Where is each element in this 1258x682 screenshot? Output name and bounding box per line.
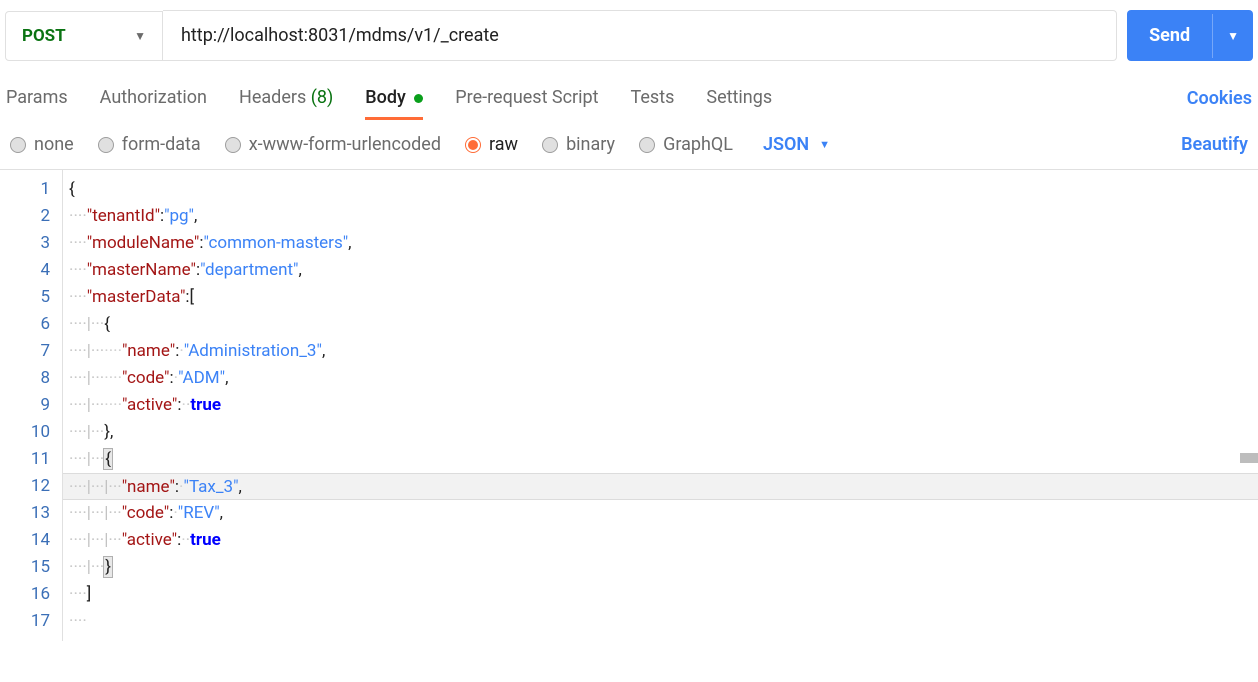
code-content[interactable]: { ····"tenantId":"pg", ····"moduleName":… <box>62 170 1258 641</box>
body-type-urlencoded[interactable]: x-www-form-urlencoded <box>225 134 441 155</box>
body-type-row: none form-data x-www-form-urlencoded raw… <box>0 120 1258 169</box>
tab-body[interactable]: Body <box>365 77 423 120</box>
tab-tests[interactable]: Tests <box>631 77 675 120</box>
request-tabs: Params Authorization Headers (8) Body Pr… <box>6 77 772 120</box>
chevron-down-icon: ▼ <box>134 29 146 43</box>
tab-prerequest[interactable]: Pre-request Script <box>455 77 598 120</box>
request-tabs-row: Params Authorization Headers (8) Body Pr… <box>0 77 1258 120</box>
tab-headers[interactable]: Headers (8) <box>239 77 333 120</box>
radio-icon <box>639 137 655 153</box>
body-type-binary[interactable]: binary <box>542 134 615 155</box>
cookies-link[interactable]: Cookies <box>1187 88 1252 109</box>
send-button[interactable]: Send ▼ <box>1127 10 1253 61</box>
tab-params[interactable]: Params <box>6 77 68 120</box>
radio-icon <box>98 137 114 153</box>
send-dropdown-icon[interactable]: ▼ <box>1212 14 1253 58</box>
send-button-label: Send <box>1127 10 1212 61</box>
radio-icon <box>542 137 558 153</box>
url-input[interactable] <box>163 10 1117 61</box>
tab-authorization[interactable]: Authorization <box>100 77 207 120</box>
method-label: POST <box>22 26 66 46</box>
radio-icon <box>465 137 481 153</box>
body-type-raw[interactable]: raw <box>465 134 518 155</box>
body-type-graphql[interactable]: GraphQL <box>639 134 733 155</box>
radio-icon <box>225 137 241 153</box>
body-language-select[interactable]: JSON ▼ <box>763 134 830 155</box>
headers-count-badge: (8) <box>311 87 334 108</box>
line-number-gutter: 1 2 3 4 5 6 7 8 9 10 11 12 13 14 15 16 1… <box>0 170 62 641</box>
body-type-group: none form-data x-www-form-urlencoded raw… <box>10 134 830 155</box>
code-editor[interactable]: 1 2 3 4 5 6 7 8 9 10 11 12 13 14 15 16 1… <box>0 169 1258 641</box>
tab-settings[interactable]: Settings <box>706 77 772 120</box>
body-type-none[interactable]: none <box>10 134 74 155</box>
body-type-form-data[interactable]: form-data <box>98 134 201 155</box>
body-active-dot-icon <box>414 94 423 103</box>
method-select[interactable]: POST ▼ <box>5 11 163 61</box>
request-bar: POST ▼ Send ▼ <box>0 0 1258 71</box>
chevron-down-icon: ▼ <box>819 138 830 151</box>
beautify-button[interactable]: Beautify <box>1181 134 1248 155</box>
radio-icon <box>10 137 26 153</box>
